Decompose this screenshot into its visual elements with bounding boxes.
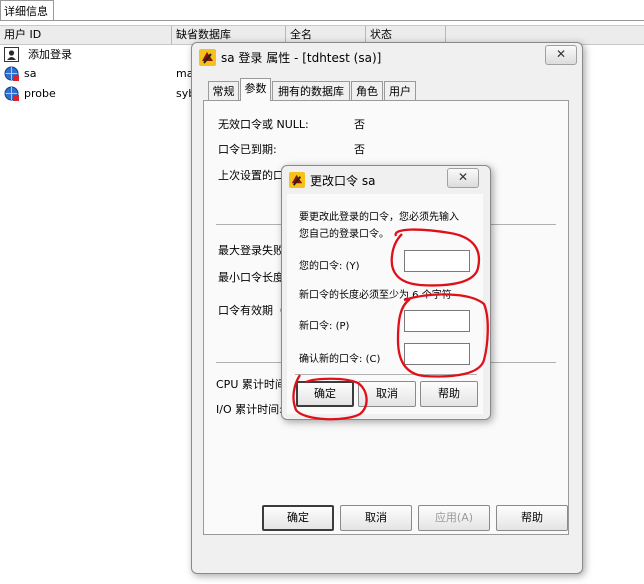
- sybase-app-icon: [199, 49, 216, 66]
- close-button[interactable]: ✕: [545, 45, 577, 65]
- list-item-label: sa: [24, 66, 37, 80]
- your-password-label: 您的口令: (Y): [299, 261, 360, 272]
- tab-general[interactable]: 常规: [208, 81, 239, 100]
- pwd-close-button[interactable]: ✕: [447, 168, 479, 188]
- confirm-password-input[interactable]: [404, 343, 470, 365]
- new-password-input[interactable]: [404, 310, 470, 332]
- dialog-title: sa 登录 属性 - [tdhtest (sa)]: [221, 51, 382, 65]
- pwd-dialog-titlebar[interactable]: 更改口令 sa ✕: [282, 166, 490, 194]
- tab-details-label: 详细信息: [4, 4, 48, 18]
- list-item-add-login[interactable]: 添加登录: [0, 45, 72, 63]
- user-globe-icon: [4, 66, 19, 81]
- close-icon: ✕: [457, 170, 469, 184]
- apply-button[interactable]: 应用(A): [418, 505, 490, 531]
- sybase-app-icon: [289, 172, 305, 188]
- io-time-label: I/O 累计时间:: [216, 403, 283, 416]
- column-header-user-id[interactable]: 用户 ID: [0, 26, 172, 44]
- tab-details[interactable]: 详细信息: [0, 0, 54, 20]
- tab-parameters[interactable]: 参数: [240, 78, 271, 101]
- tab-strip-divider: [0, 20, 644, 21]
- tab-users[interactable]: 用户: [384, 81, 416, 100]
- expired-value: 否: [354, 143, 365, 156]
- confirm-password-label: 确认新的口令: (C): [299, 354, 381, 365]
- tab-owned-databases[interactable]: 拥有的数据库: [272, 81, 350, 100]
- pwd-cancel-button[interactable]: 取消: [358, 381, 416, 407]
- validity-label: 口令有效期（: [218, 304, 284, 317]
- user-globe-icon: [4, 86, 19, 101]
- add-login-icon: [4, 46, 19, 62]
- pwd-help-button[interactable]: 帮助: [420, 381, 478, 407]
- no-password-value: 否: [354, 118, 365, 131]
- tab-roles[interactable]: 角色: [351, 81, 383, 100]
- shortcut-key: (C): [365, 354, 381, 365]
- expired-label: 口令已到期:: [218, 143, 277, 156]
- cancel-button[interactable]: 取消: [340, 505, 412, 531]
- pwd-dialog-title: 更改口令 sa: [310, 174, 376, 188]
- ok-button[interactable]: 确定: [262, 505, 334, 531]
- cpu-time-label: CPU 累计时间: [216, 378, 286, 391]
- list-item-label: probe: [24, 86, 56, 100]
- list-item-label: 添加登录: [28, 48, 72, 61]
- intro-line-1: 要更改此登录的口令，您必须先输入: [299, 212, 459, 223]
- no-password-label: 无效口令或 NULL:: [218, 118, 309, 131]
- dialog-titlebar[interactable]: sa 登录 属性 - [tdhtest (sa)] ✕: [192, 43, 582, 71]
- shortcut-key: (Y): [345, 261, 360, 272]
- pwd-ok-button[interactable]: 确定: [296, 381, 354, 407]
- list-item-sa[interactable]: sa ma: [0, 64, 193, 82]
- intro-line-2: 您自己的登录口令。: [299, 229, 389, 240]
- new-password-label: 新口令: (P): [299, 321, 350, 332]
- list-item-probe[interactable]: probe syb: [0, 84, 195, 102]
- your-password-input[interactable]: [404, 250, 470, 272]
- min-length-note: 新口令的长度必须至少为 6 个字符: [299, 290, 452, 301]
- min-length-label: 最小口令长度: [218, 271, 284, 284]
- section-divider: [295, 374, 477, 375]
- close-icon: ✕: [555, 47, 567, 61]
- last-set-label: 上次设置的口: [218, 169, 284, 182]
- max-fail-label: 最大登录失败: [218, 244, 284, 257]
- help-button[interactable]: 帮助: [496, 505, 568, 531]
- shortcut-key: (P): [335, 321, 350, 332]
- change-password-dialog: 更改口令 sa ✕ 要更改此登录的口令，您必须先输入 您自己的登录口令。 您的口…: [281, 165, 491, 420]
